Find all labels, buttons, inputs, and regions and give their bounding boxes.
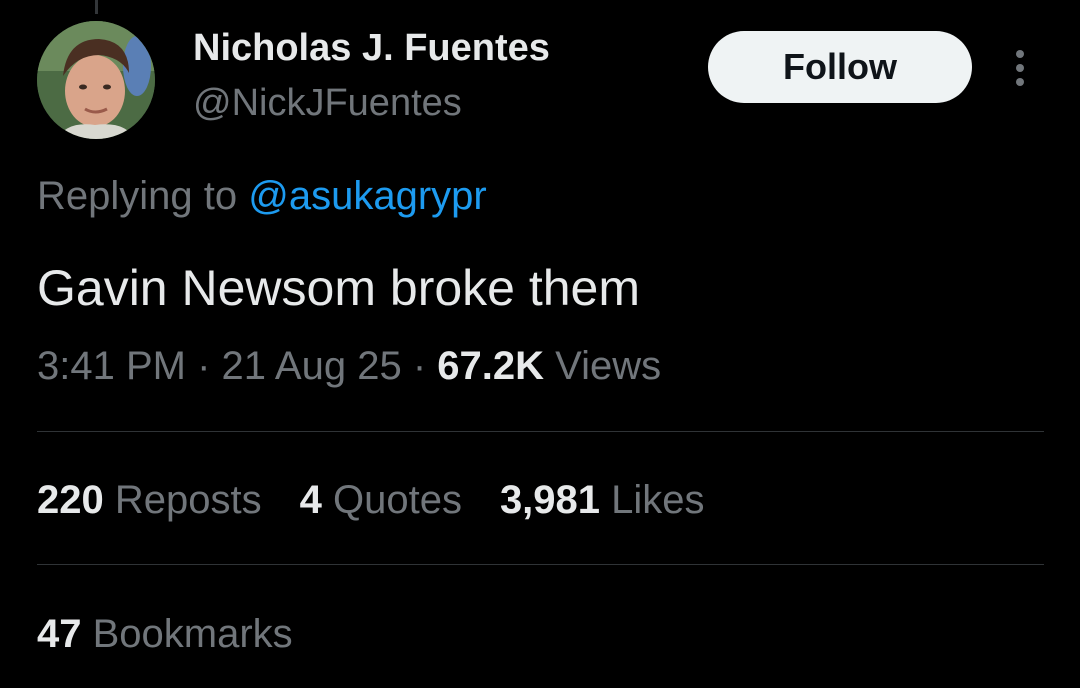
likes-stat[interactable]: 3,981 Likes bbox=[500, 478, 705, 523]
quotes-count: 4 bbox=[299, 478, 322, 522]
bookmarks-label: Bookmarks bbox=[81, 612, 293, 656]
reposts-stat[interactable]: 220 Reposts bbox=[37, 478, 262, 523]
more-options-icon[interactable] bbox=[1004, 46, 1036, 90]
avatar-photo bbox=[37, 21, 155, 139]
quotes-stat[interactable]: 4 Quotes bbox=[300, 478, 462, 523]
engagement-stats: 220 Reposts 4 Quotes 3,981 Likes bbox=[37, 478, 743, 523]
quotes-label: Quotes bbox=[321, 478, 462, 522]
replying-to: Replying to @asukagrypr bbox=[37, 174, 487, 219]
likes-count: 3,981 bbox=[499, 478, 601, 522]
author-handle[interactable]: @NickJFuentes bbox=[193, 82, 462, 125]
tweet-time[interactable]: 3:41 PM bbox=[37, 344, 186, 388]
more-dot bbox=[1016, 64, 1024, 72]
tweet-text: Gavin Newsom broke them bbox=[37, 260, 641, 316]
reposts-label: Reposts bbox=[103, 478, 262, 522]
reply-mention-link[interactable]: @asukagrypr bbox=[248, 174, 486, 218]
bookmarks-stat[interactable]: 47 Bookmarks bbox=[37, 612, 293, 657]
likes-label: Likes bbox=[600, 478, 705, 522]
avatar[interactable] bbox=[37, 21, 155, 139]
more-dot bbox=[1016, 50, 1024, 58]
divider bbox=[37, 431, 1044, 432]
views-label: Views bbox=[544, 344, 662, 388]
divider bbox=[37, 564, 1044, 565]
views-count: 67.2K bbox=[437, 344, 544, 388]
bookmarks-count: 47 bbox=[37, 612, 82, 656]
reposts-count: 220 bbox=[37, 478, 104, 522]
thread-connector-line bbox=[95, 0, 98, 14]
replying-to-label: Replying to bbox=[37, 174, 249, 218]
tweet-meta: 3:41 PM · 21 Aug 25 · 67.2K Views bbox=[37, 344, 661, 389]
follow-button[interactable]: Follow bbox=[708, 31, 972, 103]
meta-separator: · bbox=[401, 344, 438, 388]
more-dot bbox=[1016, 78, 1024, 86]
tweet-date[interactable]: 21 Aug 25 bbox=[222, 344, 402, 388]
meta-separator: · bbox=[185, 344, 222, 388]
author-display-name[interactable]: Nicholas J. Fuentes bbox=[193, 27, 550, 70]
